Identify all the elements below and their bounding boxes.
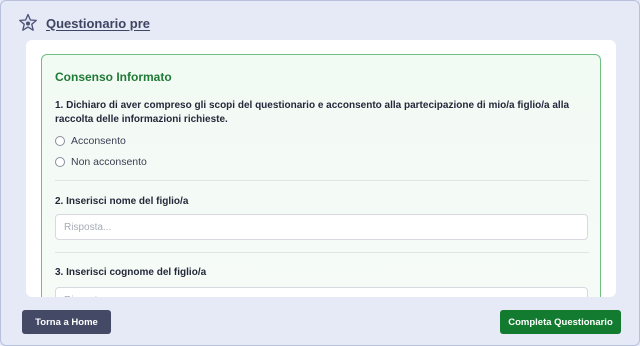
question-3-label: 3. Inserisci cognome del figlio/a	[55, 267, 207, 278]
complete-questionnaire-button[interactable]: Completa Questionario	[500, 310, 621, 334]
radio-button[interactable]	[55, 136, 65, 146]
child-name-input[interactable]	[55, 214, 588, 240]
radio-label: Non acconsento	[71, 156, 147, 168]
radio-option-acconsento[interactable]: Acconsento	[55, 135, 126, 147]
question-1-label: 1. Dichiaro di aver compreso gli scopi d…	[55, 100, 570, 125]
consent-section: Consenso Informato 1. Dichiaro di aver c…	[41, 54, 601, 297]
questionnaire-card: Consenso Informato 1. Dichiaro di aver c…	[26, 40, 616, 297]
radio-label: Acconsento	[71, 135, 126, 147]
page-title: Questionario pre	[46, 15, 151, 31]
star-icon	[18, 13, 38, 33]
page-header: Questionario pre	[18, 13, 150, 33]
divider	[55, 252, 589, 253]
section-title: Consenso Informato	[55, 70, 172, 84]
child-surname-input[interactable]	[55, 287, 588, 297]
radio-button[interactable]	[55, 157, 65, 167]
radio-option-non-acconsento[interactable]: Non acconsento	[55, 156, 147, 168]
divider	[55, 180, 589, 181]
back-home-button[interactable]: Torna a Home	[22, 310, 111, 334]
question-2-label: 2. Inserisci nome del figlio/a	[55, 196, 189, 207]
